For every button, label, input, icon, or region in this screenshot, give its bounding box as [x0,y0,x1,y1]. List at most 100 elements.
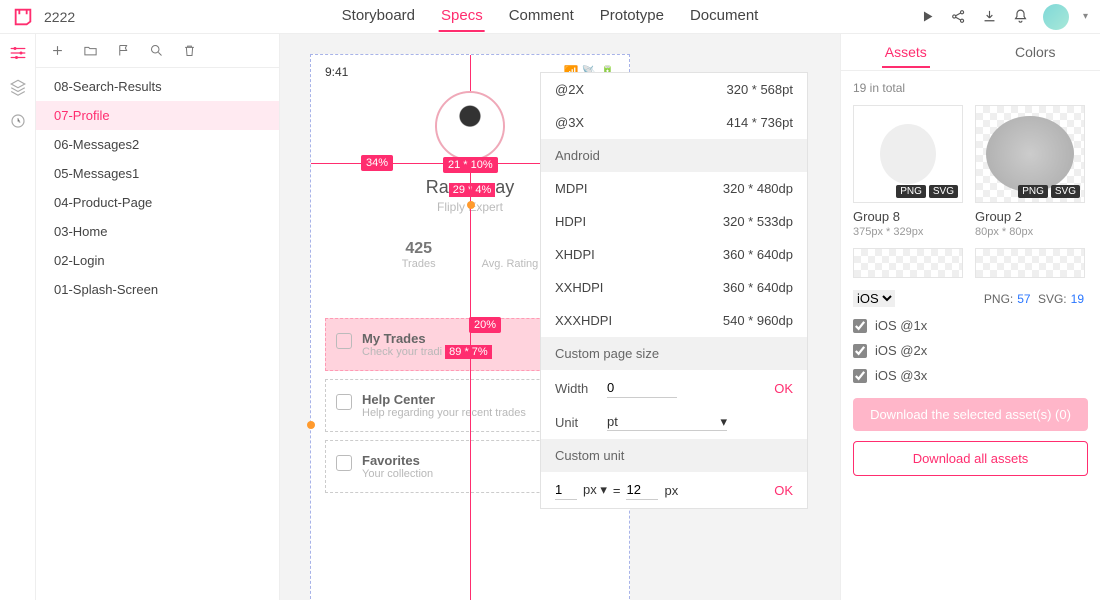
ok-button[interactable]: OK [774,483,793,498]
list-item-title: My Trades [362,331,492,346]
platform-select[interactable]: iOS [853,290,895,307]
assets-total: 19 in total [841,71,1100,105]
density-key: MDPI [555,181,588,196]
tab-document[interactable]: Document [688,1,760,32]
asset-name: Group 2 [975,209,1085,224]
spec-panel: @2X 320 * 568pt @3X 414 * 736pt Android MD… [540,72,808,509]
flag-icon[interactable] [116,43,131,58]
page-item[interactable]: 08-Search-Results [36,72,279,101]
share-icon[interactable] [950,8,967,25]
resize-handle[interactable] [307,421,315,429]
asset-name: Group 8 [853,209,963,224]
canvas-area[interactable]: 9:41 📶 📡 🔋 8% 34% 21 * 10% Ra29 * 4%ay F… [280,34,840,600]
page-item[interactable]: 02-Login [36,246,279,275]
page-item[interactable]: 05-Messages1 [36,159,279,188]
project-name: 2222 [44,9,75,25]
list-item-title: Favorites [362,453,433,468]
download-all-button[interactable]: Download all assets [853,441,1088,476]
list-item-icon [336,394,352,410]
folder-icon[interactable] [83,43,98,58]
profile-avatar [435,91,505,161]
trash-icon[interactable] [182,43,197,58]
density-val: 540 * 960dp [723,313,793,328]
ok-button[interactable]: OK [774,381,793,396]
top-nav: Storyboard Specs Comment Prototype Docum… [340,1,761,32]
tab-assets[interactable]: Assets [841,34,971,70]
asset-thumb: PNGSVG [853,105,963,203]
section-header-custom-unit: Custom unit [541,439,807,472]
scale-key: @3X [555,115,584,130]
bell-icon[interactable] [1012,8,1029,25]
asset-card[interactable]: PNGSVG Group 2 80px * 80px [975,105,1085,238]
list-item-icon [336,455,352,471]
user-menu-chevron-icon[interactable]: ▾ [1083,11,1088,22]
list-item-icon [336,333,352,349]
list-item-sub: Help regarding your recent trades [362,407,526,419]
page-item[interactable]: 03-Home [36,217,279,246]
unit-select[interactable]: pt▾ [607,414,727,431]
play-icon[interactable] [919,8,936,25]
list-item-title: Help Center [362,392,526,407]
resize-handle[interactable] [467,201,475,209]
tab-prototype[interactable]: Prototype [598,1,666,32]
app-logo-icon [12,6,34,28]
right-panel: Assets Colors 19 in total PNGSVG Group 8… [840,34,1100,600]
list-item-sub: Your collection [362,468,433,480]
density-val: 320 * 533dp [723,214,793,229]
list-item-sub: Check your tradi 89 * 7% [362,346,492,358]
density-key: HDPI [555,214,586,229]
scale-key: @2X [555,82,584,97]
ratio-b-input[interactable] [626,480,658,500]
sidebar: 08-Search-Results 07-Profile 06-Messages… [36,34,280,600]
page-list: 08-Search-Results 07-Profile 06-Messages… [36,68,279,308]
left-rail [0,34,36,600]
ratio-unit-b: px [664,483,678,498]
stat-trades-value: 425 [402,240,436,258]
ratio-a-input[interactable] [555,480,577,500]
history-icon[interactable] [9,112,27,130]
density-key: XXHDPI [555,280,603,295]
stat-trades-label: Trades [402,258,436,270]
tab-colors[interactable]: Colors [971,34,1100,70]
asset-size: 375px * 329px [853,226,963,238]
add-icon[interactable] [50,43,65,58]
scale-val: 320 * 568pt [726,82,793,97]
scale-checkbox[interactable]: iOS @1x [853,313,1088,338]
search-icon[interactable] [149,43,164,58]
tab-storyboard[interactable]: Storyboard [340,1,417,32]
asset-thumb[interactable] [975,248,1085,278]
scale-val: 414 * 736pt [726,115,793,130]
layers-icon[interactable] [9,78,27,96]
ratio-unit-a[interactable]: px ▾ [583,482,607,498]
download-selected-button[interactable]: Download the selected asset(s) (0) [853,398,1088,431]
asset-card[interactable]: PNGSVG Group 8 375px * 329px [853,105,963,238]
tab-specs[interactable]: Specs [439,1,485,32]
asset-thumb[interactable] [853,248,963,278]
page-item[interactable]: 07-Profile [36,101,279,130]
width-label: Width [555,381,597,396]
format-counts: PNG:57 SVG:19 [984,292,1088,306]
section-header-custom-page: Custom page size [541,337,807,370]
user-avatar[interactable] [1043,4,1069,30]
status-time: 9:41 [325,65,348,79]
equals-label: = [613,483,621,498]
width-input[interactable] [607,378,677,398]
section-header-android: Android [541,139,807,172]
density-val: 360 * 640dp [723,280,793,295]
scale-checkbox[interactable]: iOS @2x [853,338,1088,363]
unit-label: Unit [555,415,597,430]
density-key: XHDPI [555,247,595,262]
page-item[interactable]: 01-Splash-Screen [36,275,279,304]
download-icon[interactable] [981,8,998,25]
page-item[interactable]: 04-Product-Page [36,188,279,217]
page-item[interactable]: 06-Messages2 [36,130,279,159]
density-key: XXXHDPI [555,313,612,328]
density-val: 360 * 640dp [723,247,793,262]
density-val: 320 * 480dp [723,181,793,196]
scale-checkbox[interactable]: iOS @3x [853,363,1088,388]
specs-mode-icon[interactable] [9,44,27,62]
stat-rating-label: Avg. Rating [482,258,539,270]
tab-comment[interactable]: Comment [507,1,576,32]
asset-thumb: PNGSVG [975,105,1085,203]
asset-size: 80px * 80px [975,226,1085,238]
